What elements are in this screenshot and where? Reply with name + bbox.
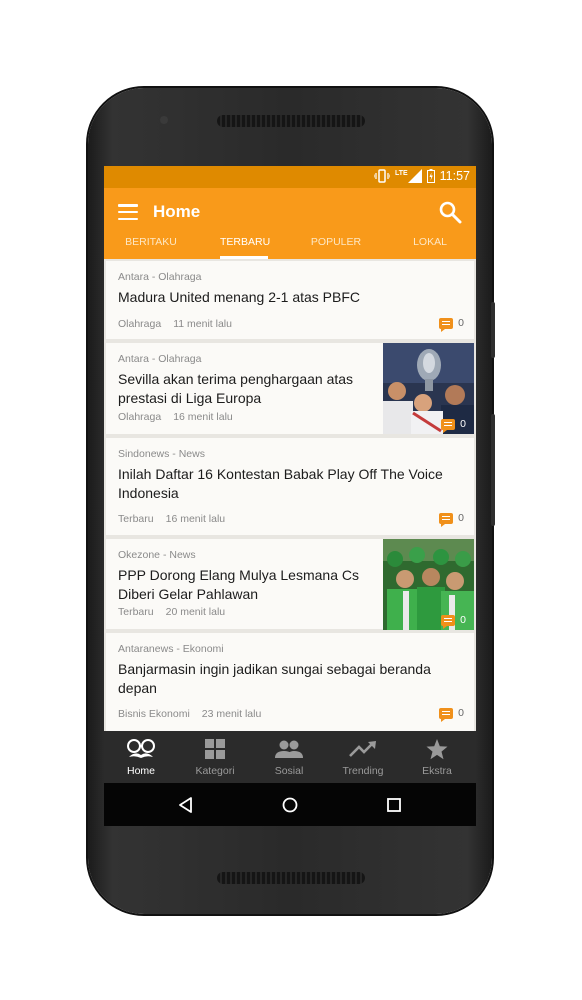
tab-terbaru[interactable]: TERBARU <box>220 236 270 259</box>
comment-icon <box>439 317 454 332</box>
bottom-speaker <box>217 872 365 884</box>
top-speaker <box>217 115 365 127</box>
status-bar: LTE 11:57 <box>104 166 476 188</box>
comment-icon <box>439 707 454 722</box>
article-title[interactable]: Sevilla akan terima penghargaan atas pre… <box>118 370 370 408</box>
comment-icon <box>441 418 456 433</box>
article-meta: Olahraga 16 menit lalu <box>118 411 233 423</box>
power-button <box>491 414 495 526</box>
page-title: Home <box>153 202 201 221</box>
news-card[interactable]: Antara - Olahraga Madura United menang 2… <box>106 261 474 339</box>
battery-icon <box>426 169 435 183</box>
bottom-navigation: Home Kategori Sosial Trending Ekstra <box>104 731 476 783</box>
tab-lokal[interactable]: LOKAL <box>400 236 460 259</box>
nav-trending[interactable]: Trending <box>326 737 400 777</box>
screen: LTE 11:57 Home BERITAKU TERBARU POPULER … <box>104 166 476 826</box>
article-time: 16 menit lalu <box>165 513 226 525</box>
comment-count[interactable]: 0 <box>439 512 464 527</box>
front-camera <box>160 116 168 124</box>
news-card[interactable]: Sindonews - News Inilah Daftar 16 Kontes… <box>106 438 474 535</box>
article-source: Sindonews - News <box>118 448 205 460</box>
star-icon <box>426 738 448 759</box>
article-source: Antara - Olahraga <box>118 271 202 283</box>
article-time: 11 menit lalu <box>173 318 232 330</box>
app-bar: Home <box>104 188 476 236</box>
tab-beritaku[interactable]: BERITAKU <box>112 236 190 259</box>
hamburger-menu-icon[interactable] <box>118 204 138 220</box>
article-time: 23 menit lalu <box>201 708 262 720</box>
article-time: 20 menit lalu <box>165 606 226 618</box>
comment-count[interactable]: 0 <box>441 614 466 629</box>
article-thumbnail[interactable]: 0 <box>383 343 474 434</box>
search-icon[interactable] <box>438 200 462 224</box>
signal-icon <box>407 169 422 183</box>
article-meta: Terbaru 20 menit lalu <box>118 606 225 618</box>
article-category: Bisnis Ekonomi <box>118 708 190 720</box>
article-category: Terbaru <box>118 513 154 525</box>
home-circle-icon[interactable] <box>282 797 298 813</box>
nav-kategori[interactable]: Kategori <box>178 737 252 777</box>
article-meta: Olahraga 11 menit lalu <box>118 318 232 330</box>
nav-sosial[interactable]: Sosial <box>252 737 326 777</box>
article-meta: Bisnis Ekonomi 23 menit lalu <box>118 708 261 720</box>
article-category: Terbaru <box>118 606 154 618</box>
article-meta: Terbaru 16 menit lalu <box>118 513 225 525</box>
article-title[interactable]: Inilah Daftar 16 Kontestan Babak Play Of… <box>118 465 463 503</box>
tab-bar: BERITAKU TERBARU POPULER LOKAL <box>104 236 476 259</box>
comment-count[interactable]: 0 <box>439 317 464 332</box>
comment-count[interactable]: 0 <box>441 418 466 433</box>
grid-icon <box>205 739 225 759</box>
article-category: Olahraga <box>118 411 162 423</box>
news-card[interactable]: Antara - Olahraga Sevilla akan terima pe… <box>106 343 474 434</box>
tab-populer[interactable]: POPULER <box>296 236 376 259</box>
news-card[interactable]: Antaranews - Ekonomi Banjarmasin ingin j… <box>106 633 474 731</box>
article-title[interactable]: PPP Dorong Elang Mulya Lesmana Cs Diberi… <box>118 566 370 604</box>
article-source: Antaranews - Ekonomi <box>118 643 224 655</box>
nav-ekstra[interactable]: Ekstra <box>400 737 474 777</box>
comment-icon <box>439 512 454 527</box>
nav-home[interactable]: Home <box>104 737 178 777</box>
news-feed[interactable]: Antara - Olahraga Madura United menang 2… <box>104 259 476 731</box>
back-icon[interactable] <box>178 797 194 813</box>
network-type: LTE <box>394 169 408 177</box>
article-category: Olahraga <box>118 318 162 330</box>
article-thumbnail[interactable]: 0 <box>383 539 474 630</box>
comment-icon <box>441 614 456 629</box>
news-card[interactable]: Okezone - News PPP Dorong Elang Mulya Le… <box>106 539 474 630</box>
glasses-mustache-icon <box>127 739 155 758</box>
article-time: 16 menit lalu <box>173 411 233 423</box>
volume-button <box>491 302 495 358</box>
article-title[interactable]: Banjarmasin ingin jadikan sungai sebagai… <box>118 660 463 698</box>
trending-up-icon <box>349 741 376 757</box>
recents-icon[interactable] <box>387 798 401 812</box>
clock: 11:57 <box>439 169 470 183</box>
comment-count[interactable]: 0 <box>439 707 464 722</box>
vibrate-icon <box>373 169 390 183</box>
system-navigation-bar <box>104 783 476 826</box>
article-source: Okezone - News <box>118 549 196 561</box>
article-source: Antara - Olahraga <box>118 353 202 365</box>
people-icon <box>275 740 303 758</box>
article-title[interactable]: Madura United menang 2-1 atas PBFC <box>118 288 463 307</box>
